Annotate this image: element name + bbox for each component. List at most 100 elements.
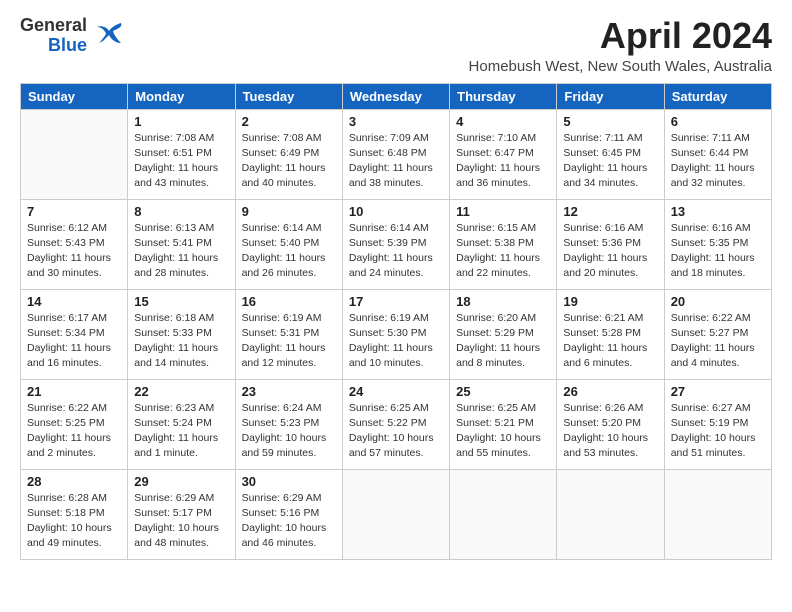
calendar-cell: 9 Sunrise: 6:14 AM Sunset: 5:40 PM Daylig… <box>235 199 342 289</box>
day-info: Sunrise: 6:13 AM Sunset: 5:41 PM Dayligh… <box>134 221 228 282</box>
day-info: Sunrise: 6:26 AM Sunset: 5:20 PM Dayligh… <box>563 401 657 462</box>
calendar-cell: 12 Sunrise: 6:16 AM Sunset: 5:36 PM Dayli… <box>557 199 664 289</box>
calendar-cell: 22 Sunrise: 6:23 AM Sunset: 5:24 PM Dayli… <box>128 379 235 469</box>
day-info: Sunrise: 6:16 AM Sunset: 5:36 PM Dayligh… <box>563 221 657 282</box>
calendar-cell: 15 Sunrise: 6:18 AM Sunset: 5:33 PM Dayli… <box>128 289 235 379</box>
day-number: 20 <box>671 294 765 309</box>
day-info: Sunrise: 7:10 AM Sunset: 6:47 PM Dayligh… <box>456 131 550 192</box>
calendar-cell: 17Sunrise: 6:19 AM Sunset: 5:30 PM Dayli… <box>342 289 449 379</box>
day-number: 29 <box>134 474 228 489</box>
day-number: 22 <box>134 384 228 399</box>
day-number: 16 <box>242 294 336 309</box>
calendar-cell <box>21 109 128 199</box>
logo: General Blue <box>20 16 125 56</box>
calendar-week-row: 21 Sunrise: 6:22 AM Sunset: 5:25 PM Dayli… <box>21 379 772 469</box>
day-info: Sunrise: 6:27 AM Sunset: 5:19 PM Dayligh… <box>671 401 765 462</box>
logo-blue: Blue <box>48 36 87 56</box>
weekday-header-thursday: Thursday <box>450 83 557 109</box>
day-info: Sunrise: 6:18 AM Sunset: 5:33 PM Dayligh… <box>134 311 228 372</box>
day-info: Sunrise: 6:20 AM Sunset: 5:29 PM Dayligh… <box>456 311 550 372</box>
weekday-header-tuesday: Tuesday <box>235 83 342 109</box>
calendar-cell: 2 Sunrise: 7:08 AM Sunset: 6:49 PM Daylig… <box>235 109 342 199</box>
day-number: 9 <box>242 204 336 219</box>
calendar-cell <box>664 469 771 559</box>
day-number: 21 <box>27 384 121 399</box>
logo-general: General <box>20 16 87 36</box>
day-number: 13 <box>671 204 765 219</box>
day-number: 15 <box>134 294 228 309</box>
day-info: Sunrise: 6:23 AM Sunset: 5:24 PM Dayligh… <box>134 401 228 462</box>
calendar-cell: 20Sunrise: 6:22 AM Sunset: 5:27 PM Dayli… <box>664 289 771 379</box>
calendar-cell: 30 Sunrise: 6:29 AM Sunset: 5:16 PM Dayli… <box>235 469 342 559</box>
calendar-cell: 10 Sunrise: 6:14 AM Sunset: 5:39 PM Dayli… <box>342 199 449 289</box>
calendar-cell: 18 Sunrise: 6:20 AM Sunset: 5:29 PM Dayli… <box>450 289 557 379</box>
calendar-cell: 28Sunrise: 6:28 AM Sunset: 5:18 PM Dayli… <box>21 469 128 559</box>
day-info: Sunrise: 6:25 AM Sunset: 5:22 PM Dayligh… <box>349 401 443 462</box>
calendar-week-row: 28Sunrise: 6:28 AM Sunset: 5:18 PM Dayli… <box>21 469 772 559</box>
day-number: 17 <box>349 294 443 309</box>
calendar-cell: 25 Sunrise: 6:25 AM Sunset: 5:21 PM Dayli… <box>450 379 557 469</box>
weekday-header-friday: Friday <box>557 83 664 109</box>
day-number: 2 <box>242 114 336 129</box>
calendar-table: SundayMondayTuesdayWednesdayThursdayFrid… <box>20 83 772 560</box>
weekday-header-row: SundayMondayTuesdayWednesdayThursdayFrid… <box>21 83 772 109</box>
location-subtitle: Homebush West, New South Wales, Australi… <box>469 58 772 75</box>
day-info: Sunrise: 6:12 AM Sunset: 5:43 PM Dayligh… <box>27 221 121 282</box>
day-number: 14 <box>27 294 121 309</box>
day-number: 27 <box>671 384 765 399</box>
calendar-week-row: 7Sunrise: 6:12 AM Sunset: 5:43 PM Daylig… <box>21 199 772 289</box>
day-number: 3 <box>349 114 443 129</box>
day-number: 23 <box>242 384 336 399</box>
day-info: Sunrise: 6:14 AM Sunset: 5:40 PM Dayligh… <box>242 221 336 282</box>
calendar-cell: 3 Sunrise: 7:09 AM Sunset: 6:48 PM Daylig… <box>342 109 449 199</box>
day-number: 30 <box>242 474 336 489</box>
day-info: Sunrise: 7:08 AM Sunset: 6:49 PM Dayligh… <box>242 131 336 192</box>
calendar-cell <box>557 469 664 559</box>
day-info: Sunrise: 6:29 AM Sunset: 5:16 PM Dayligh… <box>242 491 336 552</box>
calendar-cell: 4 Sunrise: 7:10 AM Sunset: 6:47 PM Daylig… <box>450 109 557 199</box>
day-info: Sunrise: 6:24 AM Sunset: 5:23 PM Dayligh… <box>242 401 336 462</box>
calendar-cell: 19 Sunrise: 6:21 AM Sunset: 5:28 PM Dayli… <box>557 289 664 379</box>
day-number: 10 <box>349 204 443 219</box>
day-info: Sunrise: 7:11 AM Sunset: 6:44 PM Dayligh… <box>671 131 765 192</box>
day-number: 12 <box>563 204 657 219</box>
calendar-cell: 23 Sunrise: 6:24 AM Sunset: 5:23 PM Dayli… <box>235 379 342 469</box>
calendar-cell: 26 Sunrise: 6:26 AM Sunset: 5:20 PM Dayli… <box>557 379 664 469</box>
weekday-header-monday: Monday <box>128 83 235 109</box>
weekday-header-wednesday: Wednesday <box>342 83 449 109</box>
day-number: 19 <box>563 294 657 309</box>
logo-bird-icon <box>93 17 125 54</box>
calendar-cell: 5Sunrise: 7:11 AM Sunset: 6:45 PM Daylig… <box>557 109 664 199</box>
day-number: 25 <box>456 384 550 399</box>
calendar-cell: 7Sunrise: 6:12 AM Sunset: 5:43 PM Daylig… <box>21 199 128 289</box>
day-info: Sunrise: 6:22 AM Sunset: 5:25 PM Dayligh… <box>27 401 121 462</box>
day-info: Sunrise: 7:11 AM Sunset: 6:45 PM Dayligh… <box>563 131 657 192</box>
day-info: Sunrise: 6:16 AM Sunset: 5:35 PM Dayligh… <box>671 221 765 282</box>
day-number: 28 <box>27 474 121 489</box>
calendar-cell: 21 Sunrise: 6:22 AM Sunset: 5:25 PM Dayli… <box>21 379 128 469</box>
page-header: General Blue April 2024 Homebush West, N… <box>20 16 772 75</box>
day-info: Sunrise: 7:08 AM Sunset: 6:51 PM Dayligh… <box>134 131 228 192</box>
calendar-cell: 16Sunrise: 6:19 AM Sunset: 5:31 PM Dayli… <box>235 289 342 379</box>
calendar-cell: 11Sunrise: 6:15 AM Sunset: 5:38 PM Dayli… <box>450 199 557 289</box>
day-info: Sunrise: 6:17 AM Sunset: 5:34 PM Dayligh… <box>27 311 121 372</box>
day-info: Sunrise: 6:21 AM Sunset: 5:28 PM Dayligh… <box>563 311 657 372</box>
title-area: April 2024 Homebush West, New South Wale… <box>469 16 772 75</box>
day-number: 4 <box>456 114 550 129</box>
calendar-cell: 27 Sunrise: 6:27 AM Sunset: 5:19 PM Dayli… <box>664 379 771 469</box>
calendar-week-row: 1Sunrise: 7:08 AM Sunset: 6:51 PM Daylig… <box>21 109 772 199</box>
month-title: April 2024 <box>469 16 772 56</box>
day-info: Sunrise: 7:09 AM Sunset: 6:48 PM Dayligh… <box>349 131 443 192</box>
weekday-header-saturday: Saturday <box>664 83 771 109</box>
day-info: Sunrise: 6:25 AM Sunset: 5:21 PM Dayligh… <box>456 401 550 462</box>
calendar-cell: 14 Sunrise: 6:17 AM Sunset: 5:34 PM Dayli… <box>21 289 128 379</box>
calendar-cell: 24 Sunrise: 6:25 AM Sunset: 5:22 PM Dayli… <box>342 379 449 469</box>
day-number: 24 <box>349 384 443 399</box>
day-number: 11 <box>456 204 550 219</box>
day-number: 18 <box>456 294 550 309</box>
day-info: Sunrise: 6:29 AM Sunset: 5:17 PM Dayligh… <box>134 491 228 552</box>
calendar-week-row: 14 Sunrise: 6:17 AM Sunset: 5:34 PM Dayli… <box>21 289 772 379</box>
day-info: Sunrise: 6:14 AM Sunset: 5:39 PM Dayligh… <box>349 221 443 282</box>
day-number: 26 <box>563 384 657 399</box>
calendar-cell: 29 Sunrise: 6:29 AM Sunset: 5:17 PM Dayli… <box>128 469 235 559</box>
